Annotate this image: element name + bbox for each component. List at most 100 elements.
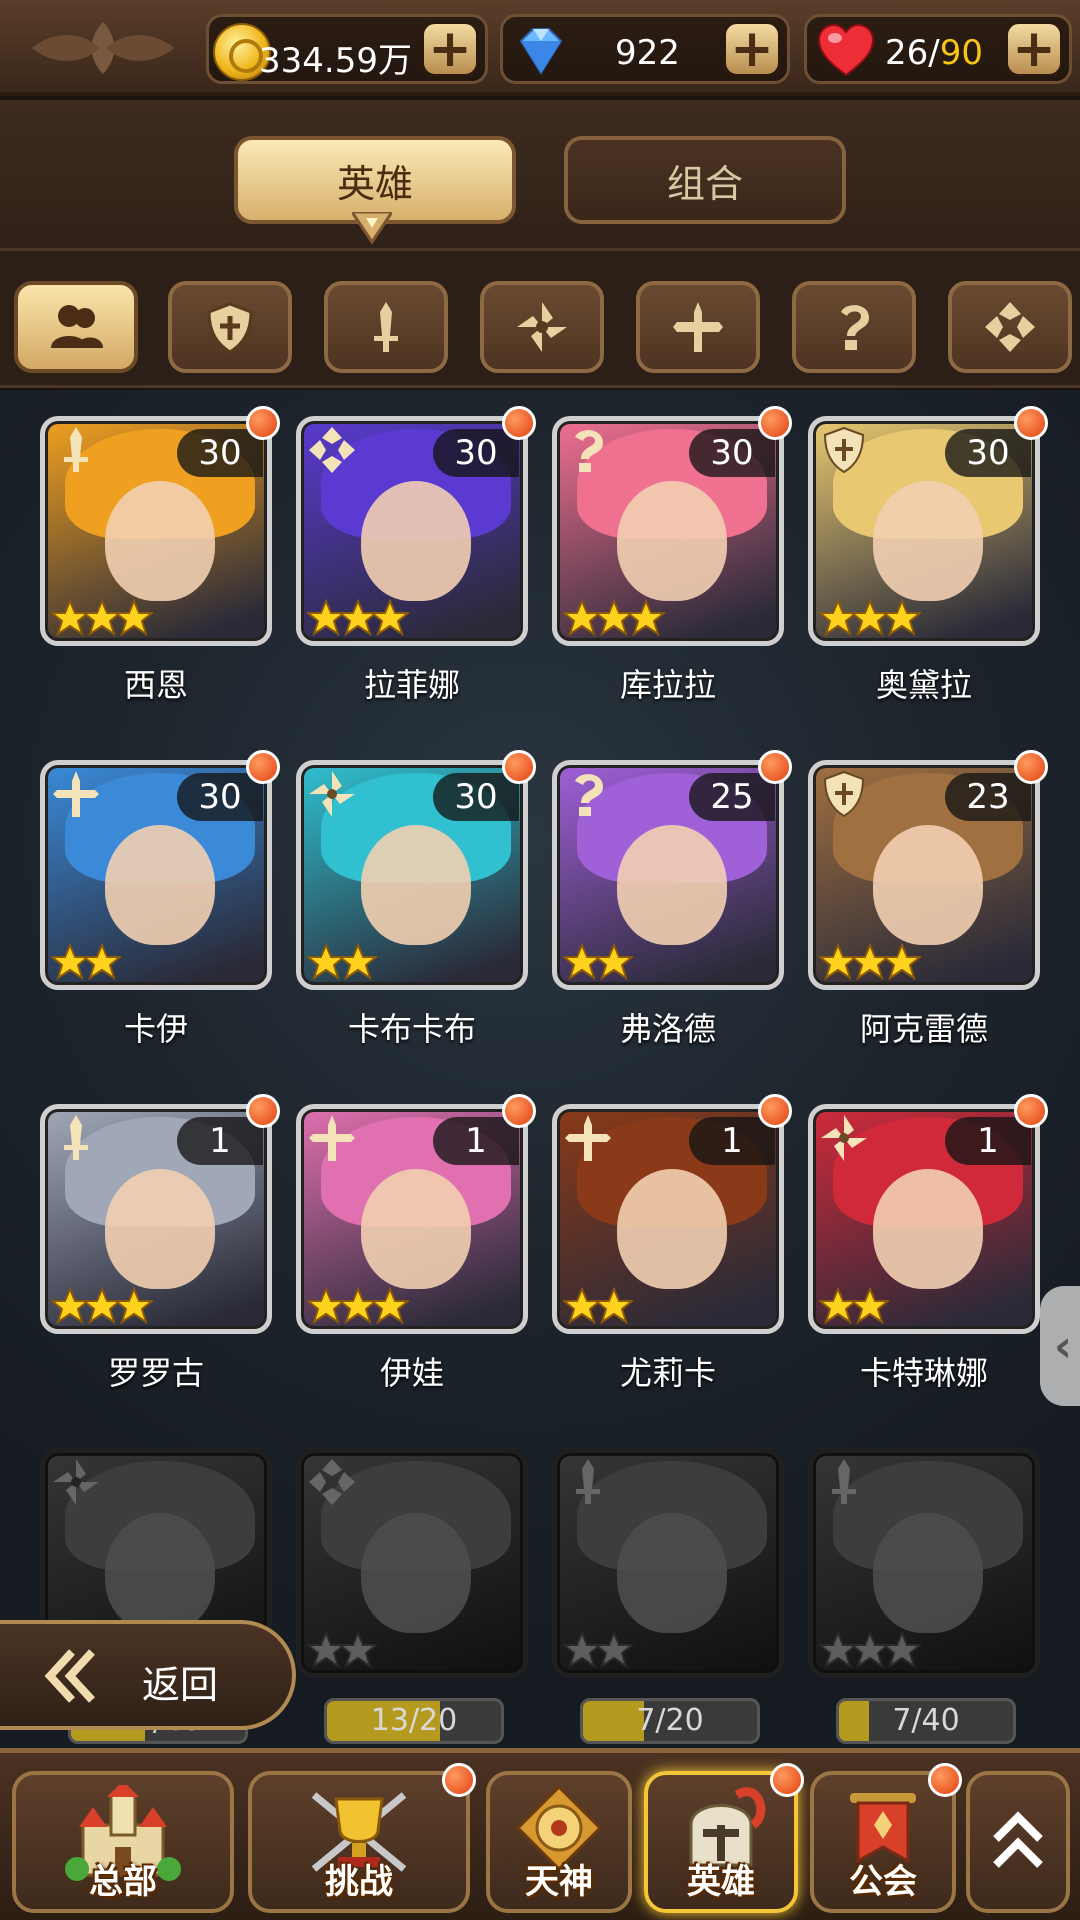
nav-guild-label: 公会 — [849, 1862, 917, 1902]
cross-class-icon — [309, 1115, 355, 1161]
hero-portrait: 30 — [296, 760, 528, 990]
nav-headquarters-label: 总部 — [89, 1862, 157, 1902]
hero-name: 西恩 — [123, 666, 188, 704]
nav-deity[interactable]: 天神 — [486, 1771, 632, 1913]
filter-support-class[interactable] — [948, 281, 1072, 373]
hero-stars — [819, 1287, 889, 1325]
hero-level: 25 — [689, 773, 775, 821]
notification-dot — [928, 1763, 962, 1797]
notification-dot — [502, 1094, 536, 1128]
star-icon — [371, 1287, 409, 1325]
notification-dot — [442, 1763, 476, 1797]
hero-card[interactable]: 30 拉菲娜 — [296, 406, 536, 716]
hero-card[interactable]: 1 伊娃 — [296, 1094, 536, 1404]
notification-dot — [246, 406, 280, 440]
hero-card[interactable]: 30 卡伊 — [40, 750, 280, 1060]
hero-card[interactable]: 1 尤莉卡 — [552, 1094, 792, 1404]
shuriken-class-icon — [821, 1115, 867, 1161]
nav-guild[interactable]: 公会 — [810, 1763, 962, 1913]
hero-portrait: 30 — [40, 760, 272, 990]
notification-dot — [502, 750, 536, 784]
locked-hero-card[interactable]: 13/20 — [296, 1448, 528, 1748]
hero-card[interactable]: 25 弗洛德 — [552, 750, 792, 1060]
support-class-icon — [309, 427, 355, 473]
add-gold-button[interactable]: + — [421, 21, 479, 77]
filter-cross-class[interactable] — [636, 281, 760, 373]
progress-text: 13/20 — [370, 1703, 458, 1738]
hero-grid: 30 西恩 30 拉菲娜 30 库拉拉 30 奥黛拉 30 卡伊 30 卡布卡布 25 弗洛德 23 阿克雷德… — [0, 390, 1080, 1750]
hero-card[interactable]: 30 库拉拉 — [552, 406, 792, 716]
hero-stars — [307, 1287, 409, 1325]
star-icon — [339, 1631, 377, 1669]
locked-hero-card[interactable]: 7/20 — [552, 1448, 784, 1748]
back-button[interactable]: 返回 — [0, 1620, 296, 1730]
shield-class-icon — [823, 426, 865, 474]
hero-card[interactable]: 1 罗罗古 — [40, 1094, 280, 1404]
hero-card[interactable]: 23 阿克雷德 — [808, 750, 1048, 1060]
shuriken-class-icon — [517, 302, 567, 352]
star-icon — [851, 1287, 889, 1325]
hero-level: 30 — [689, 429, 775, 477]
filter-all-heroes[interactable] — [14, 281, 138, 373]
ornament-icon — [32, 22, 174, 74]
filter-shuriken-class[interactable] — [480, 281, 604, 373]
support-class-icon — [985, 302, 1035, 352]
hero-name: 罗罗古 — [107, 1354, 204, 1392]
resource-bar: 334.59万 + 922 + 26/90 + — [0, 0, 1080, 96]
hero-card[interactable]: 30 西恩 — [40, 406, 280, 716]
hero-portrait — [808, 1448, 1040, 1678]
tab-heroes[interactable]: 英雄 — [234, 136, 516, 224]
shuriken-class-icon — [53, 1459, 99, 1505]
stamina-max: 90 — [939, 33, 983, 73]
hero-stars — [563, 1631, 633, 1669]
hero-portrait: 30 — [808, 416, 1040, 646]
hero-level: 30 — [433, 773, 519, 821]
mystic-class-icon — [575, 774, 603, 816]
add-diamond-button[interactable]: + — [723, 21, 781, 77]
cross-class-icon — [565, 1115, 611, 1161]
hero-card[interactable]: 30 奥黛拉 — [808, 406, 1048, 716]
hero-card[interactable]: 1 卡特琳娜 — [808, 1094, 1048, 1404]
hero-portrait: 1 — [808, 1104, 1040, 1334]
filter-mystic-class[interactable] — [792, 281, 916, 373]
hero-card[interactable]: 30 卡布卡布 — [296, 750, 536, 1060]
star-icon — [883, 599, 921, 637]
notification-dot — [246, 750, 280, 784]
hero-portrait: 23 — [808, 760, 1040, 990]
nav-challenge-label: 挑战 — [325, 1862, 393, 1902]
chevron-left-icon: ‹ — [1053, 1320, 1073, 1372]
hero-name: 卡伊 — [123, 1010, 188, 1048]
class-filter-bar — [0, 248, 1080, 388]
star-icon — [627, 599, 665, 637]
filter-shield-class[interactable] — [168, 281, 292, 373]
nav-heroes[interactable]: 英雄 — [644, 1763, 804, 1913]
hero-level: 30 — [945, 429, 1031, 477]
support-class-icon — [309, 1459, 355, 1505]
star-icon — [371, 599, 409, 637]
hero-name: 伊娃 — [379, 1354, 444, 1392]
notification-dot — [1014, 1094, 1048, 1128]
hero-portrait: 25 — [552, 760, 784, 990]
gold-counter: 334.59万 + — [206, 14, 488, 84]
side-panel-toggle[interactable]: ‹ — [1040, 1286, 1080, 1406]
filter-sword-class[interactable] — [324, 281, 448, 373]
double-chevron-up-icon — [993, 1811, 1043, 1868]
notification-dot — [1014, 750, 1048, 784]
hero-portrait: 1 — [552, 1104, 784, 1334]
nav-expand-button[interactable] — [966, 1771, 1070, 1913]
stamina-current: 26 — [885, 33, 929, 73]
notification-dot — [502, 406, 536, 440]
shield-class-icon — [823, 770, 865, 818]
hero-level: 30 — [177, 429, 263, 477]
notification-dot — [246, 1094, 280, 1128]
hero-name: 拉菲娜 — [363, 666, 460, 704]
tab-combination[interactable]: 组合 — [564, 136, 846, 224]
add-stamina-button[interactable]: + — [1005, 21, 1063, 77]
mystic-class-icon — [841, 305, 869, 350]
hero-name: 弗洛德 — [619, 1010, 716, 1048]
hero-level: 1 — [689, 1117, 775, 1165]
hero-stars — [51, 1287, 153, 1325]
locked-hero-card[interactable]: 7/40 — [808, 1448, 1040, 1748]
nav-headquarters[interactable]: 总部 — [12, 1771, 234, 1913]
nav-challenge[interactable]: 挑战 — [248, 1763, 476, 1913]
